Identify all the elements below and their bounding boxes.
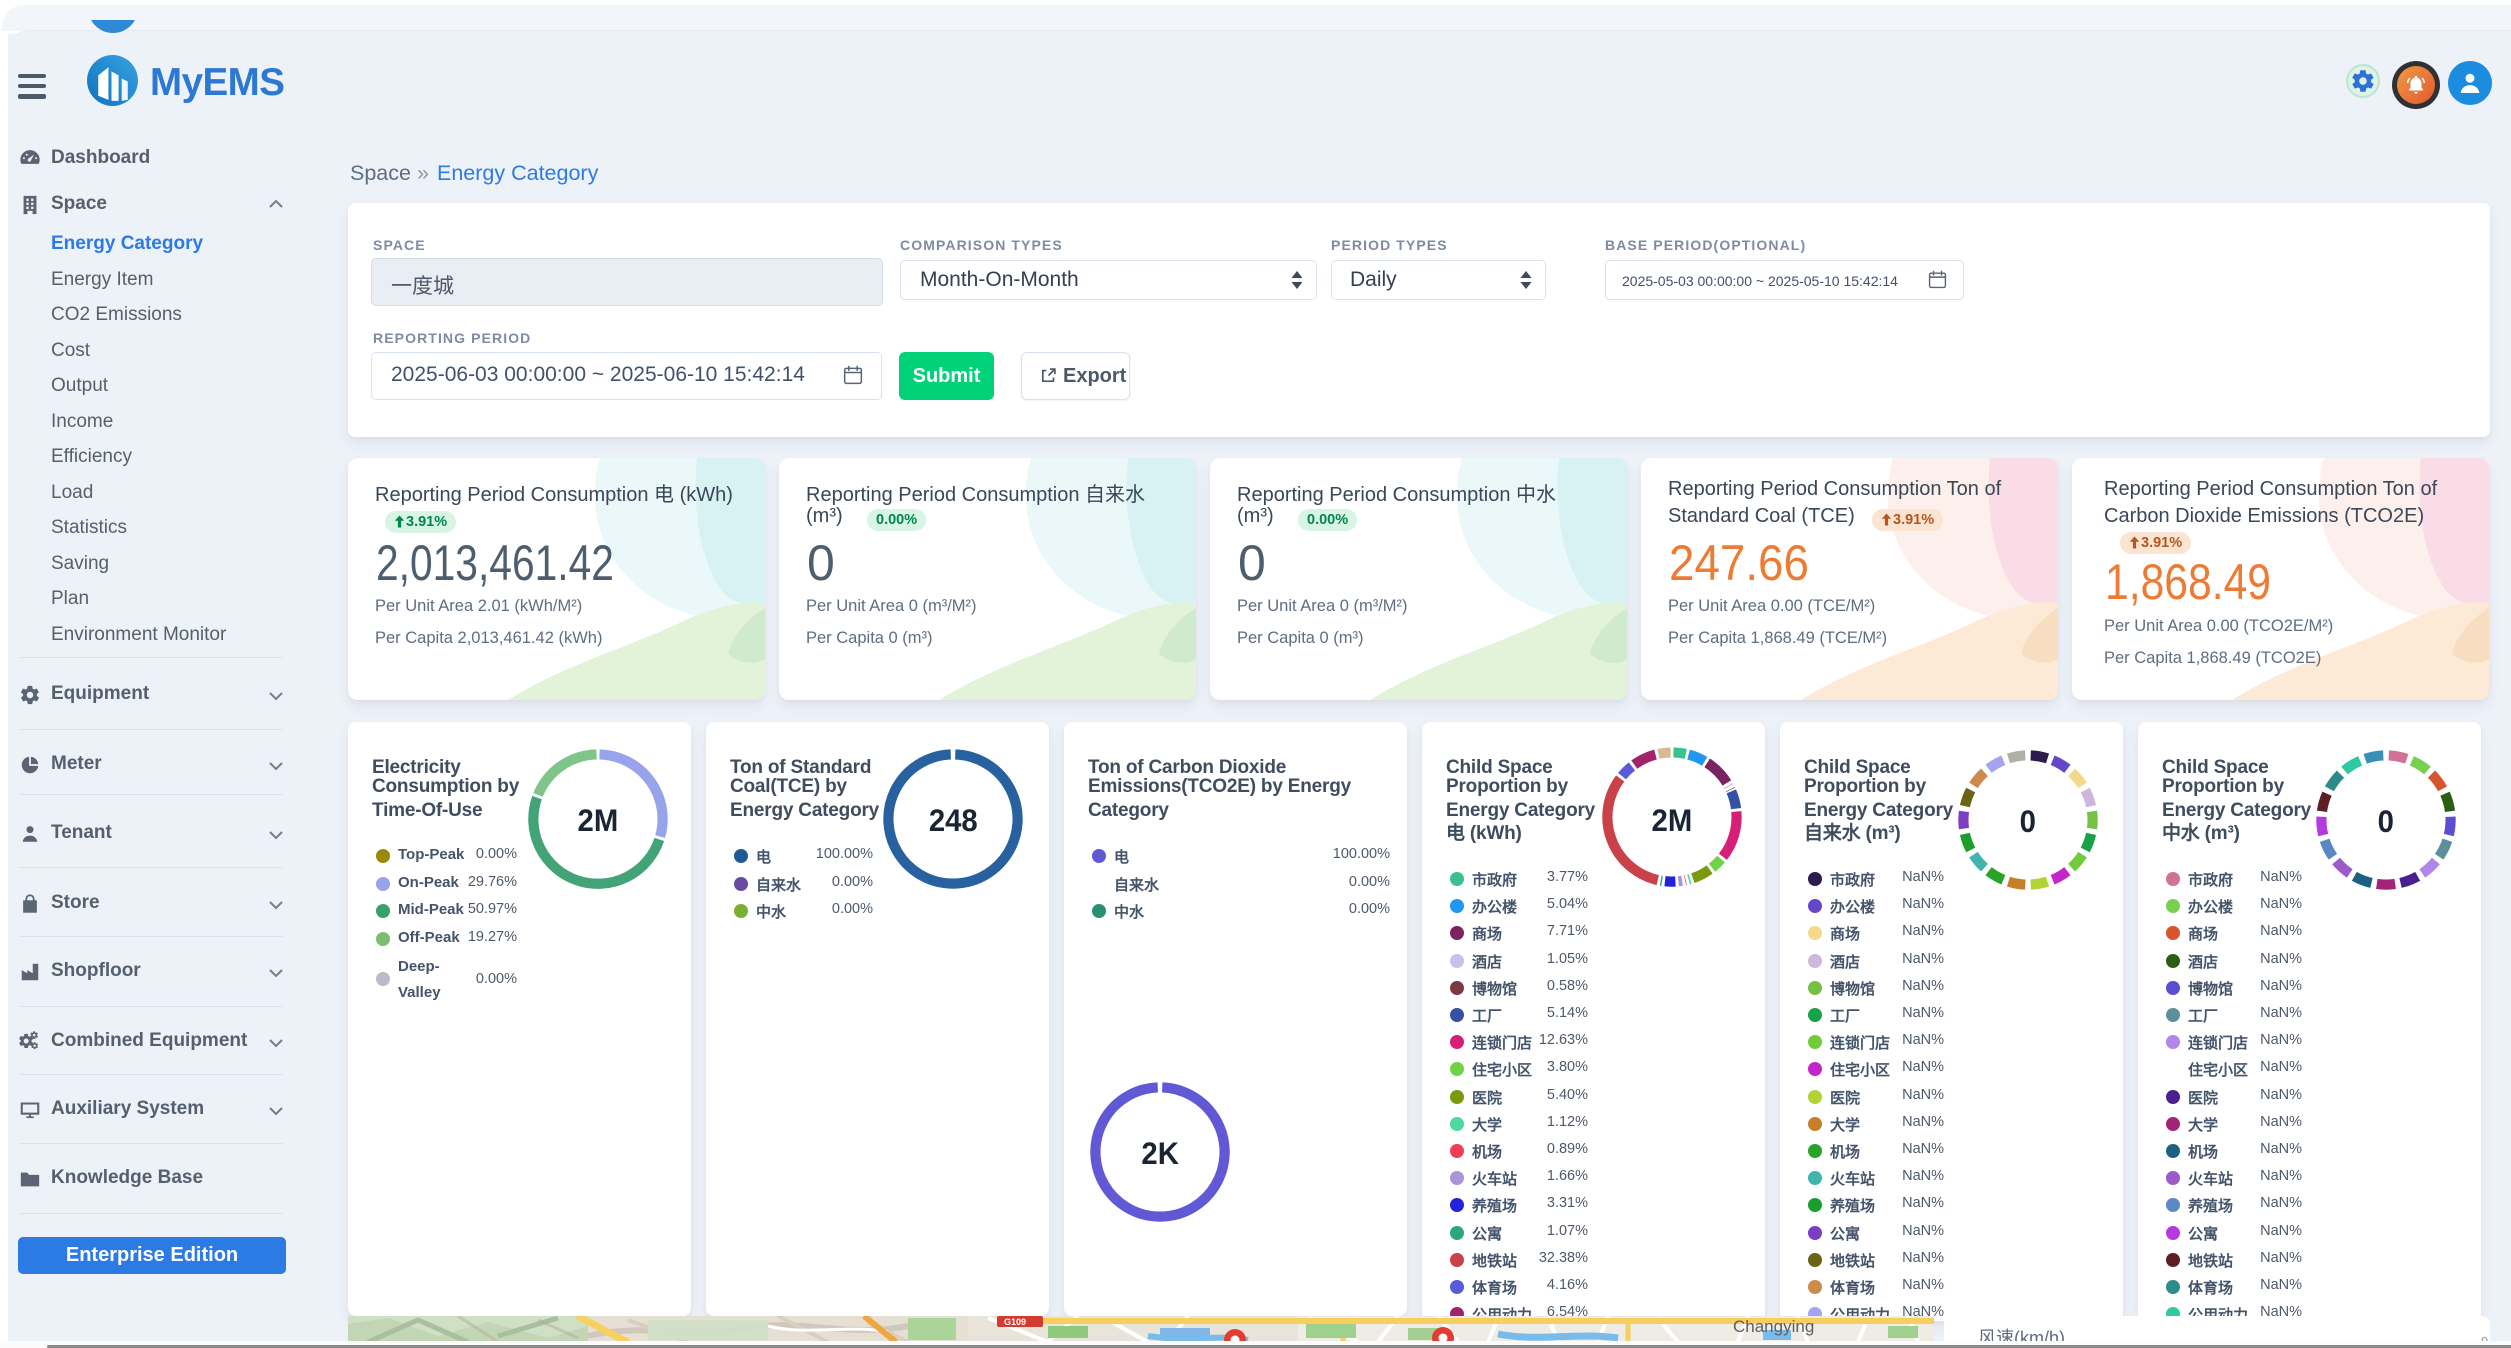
svg-text:Changying: Changying xyxy=(1733,1317,1814,1336)
svg-text:G109: G109 xyxy=(1004,1317,1026,1327)
